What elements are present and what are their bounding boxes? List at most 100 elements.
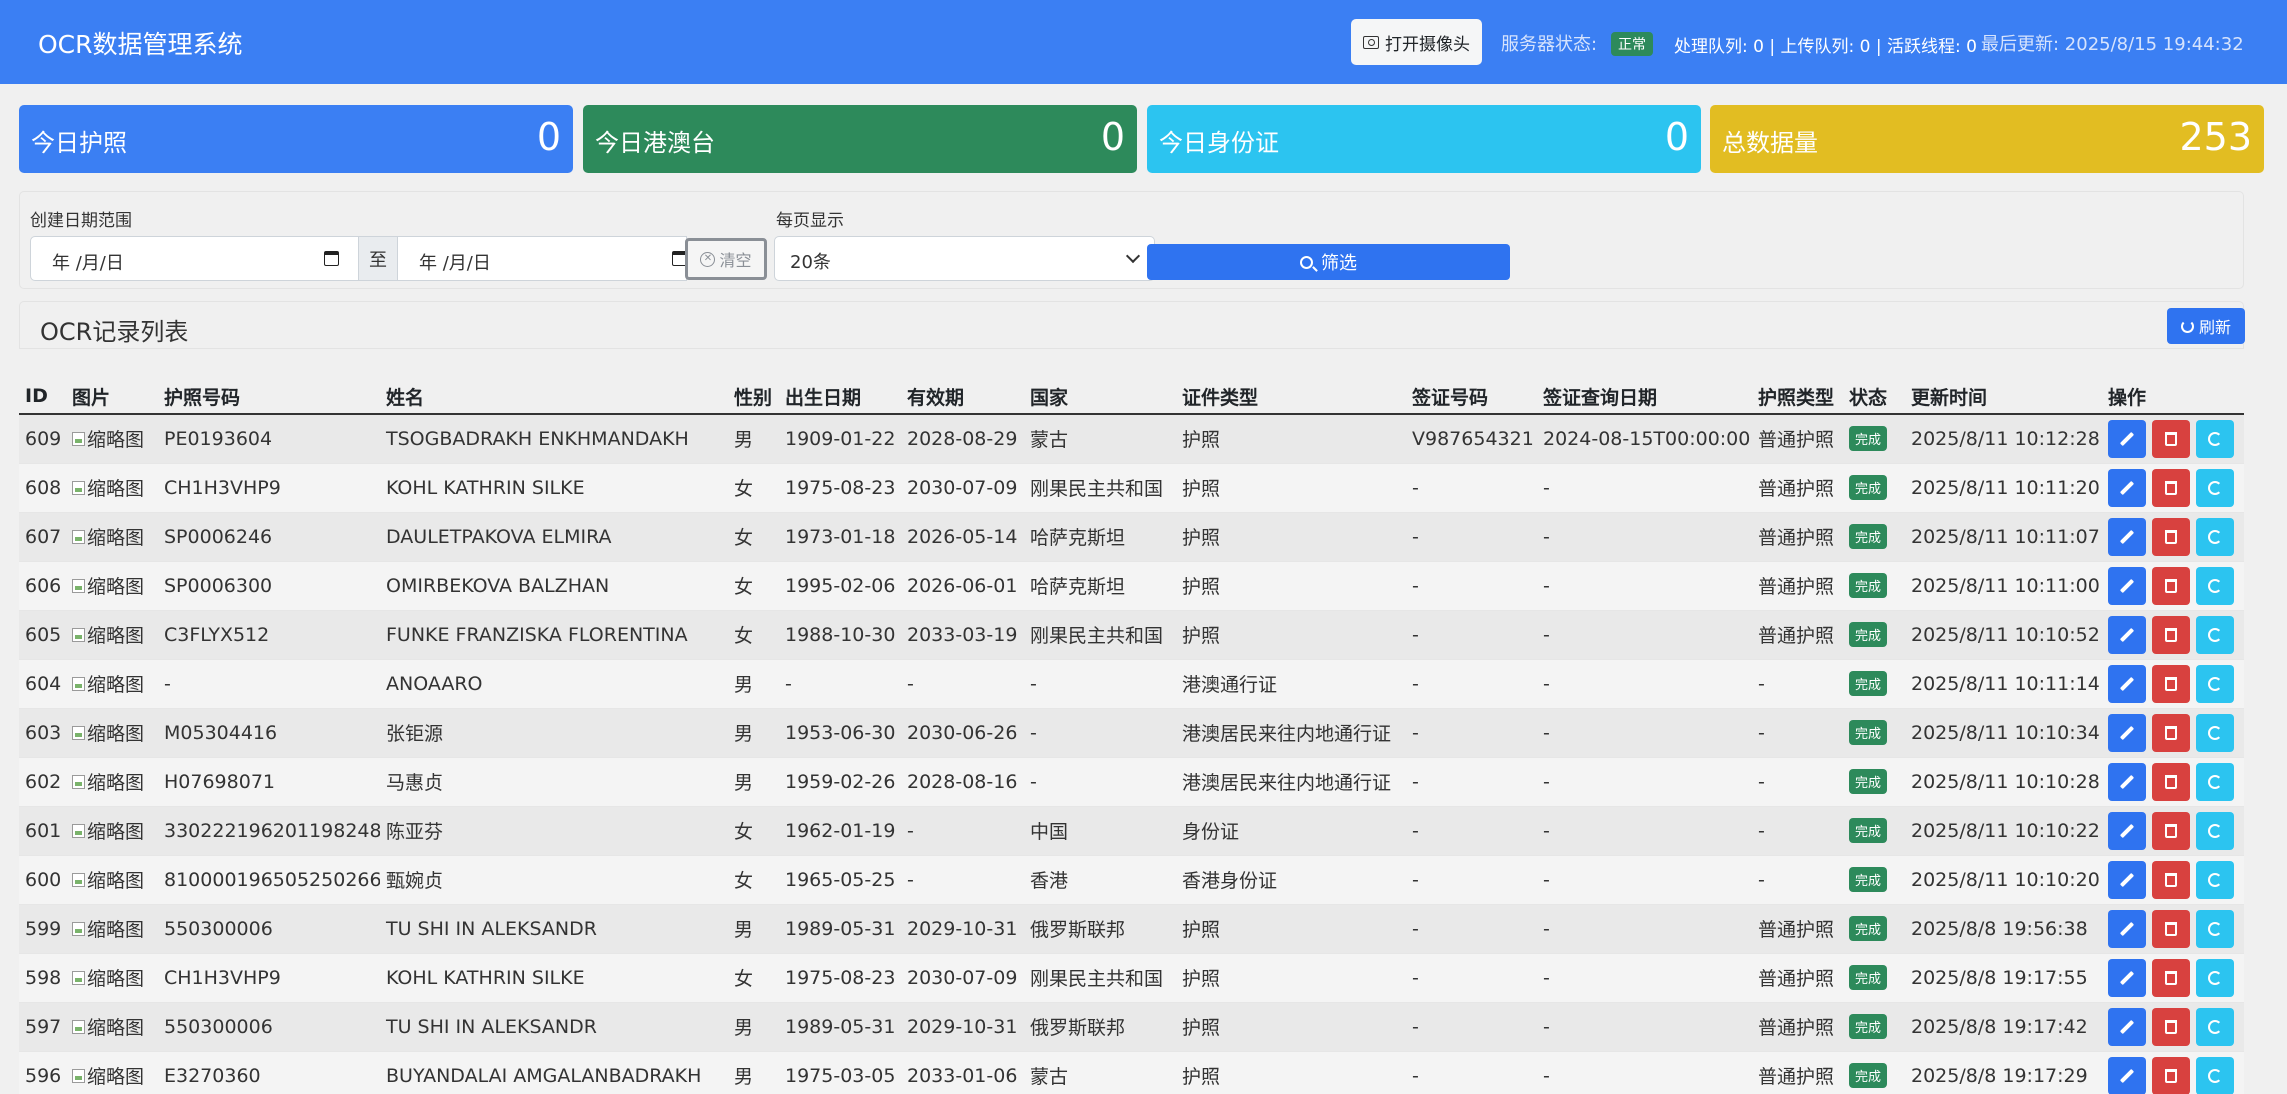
cell-passport-type: 普通护照: [1752, 561, 1843, 611]
clear-dates-button[interactable]: ✕ 清空: [685, 238, 767, 280]
resync-button[interactable]: [2196, 1007, 2234, 1046]
resync-button[interactable]: [2196, 909, 2234, 948]
delete-button[interactable]: [2152, 811, 2190, 850]
delete-button[interactable]: [2152, 1007, 2190, 1046]
resync-button[interactable]: [2196, 615, 2234, 654]
delete-button[interactable]: [2152, 1056, 2190, 1094]
edit-button[interactable]: [2108, 958, 2146, 997]
edit-button[interactable]: [2108, 762, 2146, 801]
actions-cell: [2102, 806, 2244, 856]
delete-button[interactable]: [2152, 762, 2190, 801]
resync-button[interactable]: [2196, 664, 2234, 703]
stat-label: 今日护照: [31, 129, 127, 157]
thumbnail-image[interactable]: 缩略图: [72, 572, 144, 599]
resync-button[interactable]: [2196, 419, 2234, 458]
resync-button[interactable]: [2196, 1056, 2234, 1094]
resync-button[interactable]: [2196, 762, 2234, 801]
thumbnail-image[interactable]: 缩略图: [72, 1013, 144, 1040]
end-date-input[interactable]: 年 /月/日: [397, 236, 687, 281]
edit-button[interactable]: [2108, 860, 2146, 899]
cell-visa-date: -: [1537, 806, 1752, 856]
column-header: 签证号码: [1406, 369, 1537, 415]
cell-updated: 2025/8/8 19:17:55: [1905, 953, 2102, 1003]
status-badge: 完成: [1849, 965, 1888, 990]
thumbnail-image[interactable]: 缩略图: [72, 964, 144, 991]
sync-icon: [2208, 1068, 2222, 1083]
thumbnail-image[interactable]: 缩略图: [72, 474, 144, 501]
cell-passport-type: 普通护照: [1752, 512, 1843, 562]
calendar-icon[interactable]: [324, 251, 339, 266]
table-row: 602 缩略图 H07698071 马惠贞男 1959-02-26 2028-08-16-…: [19, 757, 2244, 807]
resync-button[interactable]: [2196, 713, 2234, 752]
actions-cell: [2102, 708, 2244, 758]
stat-card-today-idcard: 今日身份证 0: [1147, 105, 1701, 173]
thumbnail-image[interactable]: 缩略图: [72, 866, 144, 893]
edit-button[interactable]: [2108, 1007, 2146, 1046]
filter-button[interactable]: 筛选: [1147, 244, 1510, 280]
cell-birth: 1953-06-30: [779, 708, 901, 758]
delete-button[interactable]: [2152, 958, 2190, 997]
edit-button[interactable]: [2108, 566, 2146, 605]
cell-passport: C3FLYX512: [158, 610, 380, 660]
status-badge: 完成: [1849, 1014, 1888, 1039]
broken-image-icon: [72, 627, 85, 642]
resync-button[interactable]: [2196, 958, 2234, 997]
edit-button[interactable]: [2108, 909, 2146, 948]
refresh-button[interactable]: 刷新: [2167, 308, 2245, 344]
cell-gender: 男: [728, 708, 779, 758]
edit-button[interactable]: [2108, 811, 2146, 850]
pencil-icon: [2119, 578, 2135, 593]
sync-icon: [2208, 627, 2222, 642]
cell-visa-no: -: [1406, 757, 1537, 807]
resync-button[interactable]: [2196, 811, 2234, 850]
start-date-input[interactable]: 年 /月/日: [30, 236, 359, 281]
edit-button[interactable]: [2108, 713, 2146, 752]
thumbnail-cell: 缩略图: [66, 757, 158, 807]
table-row: 600 缩略图 810000196505250266 甄婉贞女 1965-05-25- 香…: [19, 855, 2244, 905]
thumbnail-image[interactable]: 缩略图: [72, 523, 144, 550]
cell-id: 602: [19, 757, 66, 807]
thumbnail-image[interactable]: 缩略图: [72, 915, 144, 942]
thumbnail-image[interactable]: 缩略图: [72, 1062, 144, 1089]
delete-button[interactable]: [2152, 419, 2190, 458]
resync-button[interactable]: [2196, 566, 2234, 605]
cell-gender: 女: [728, 610, 779, 660]
delete-button[interactable]: [2152, 664, 2190, 703]
pencil-icon: [2119, 774, 2135, 789]
thumbnail-image[interactable]: 缩略图: [72, 670, 144, 697]
cell-name: 马惠贞: [380, 757, 728, 807]
stat-label: 今日港澳台: [595, 129, 715, 157]
page-size-select[interactable]: 20条: [774, 236, 1155, 281]
resync-button[interactable]: [2196, 860, 2234, 899]
thumbnail-image[interactable]: 缩略图: [72, 817, 144, 844]
delete-button[interactable]: [2152, 713, 2190, 752]
edit-button[interactable]: [2108, 468, 2146, 507]
delete-button[interactable]: [2152, 909, 2190, 948]
thumbnail-alt: 缩略图: [87, 429, 145, 452]
column-header: 护照类型: [1752, 369, 1843, 415]
delete-button[interactable]: [2152, 615, 2190, 654]
delete-button[interactable]: [2152, 468, 2190, 507]
edit-button[interactable]: [2108, 1056, 2146, 1094]
edit-button[interactable]: [2108, 517, 2146, 556]
open-camera-button[interactable]: 打开摄像头: [1351, 19, 1482, 65]
resync-button[interactable]: [2196, 517, 2234, 556]
thumbnail-image[interactable]: 缩略图: [72, 768, 144, 795]
edit-button[interactable]: [2108, 615, 2146, 654]
resync-button[interactable]: [2196, 468, 2234, 507]
delete-button[interactable]: [2152, 517, 2190, 556]
thumbnail-image[interactable]: 缩略图: [72, 425, 144, 452]
thumbnail-alt: 缩略图: [87, 625, 145, 647]
edit-button[interactable]: [2108, 419, 2146, 458]
cell-passport: 810000196505250266: [158, 855, 380, 905]
cell-passport: CH1H3VHP9: [158, 953, 380, 1003]
stat-value: 0: [1664, 115, 1689, 159]
cell-doc-type: 香港身份证: [1176, 855, 1406, 905]
thumbnail-image[interactable]: 缩略图: [72, 719, 144, 746]
delete-button[interactable]: [2152, 566, 2190, 605]
edit-button[interactable]: [2108, 664, 2146, 703]
thumbnail-image[interactable]: 缩略图: [72, 621, 144, 648]
cell-country: 中国: [1024, 806, 1176, 856]
delete-button[interactable]: [2152, 860, 2190, 899]
cell-updated: 2025/8/11 10:10:52: [1905, 610, 2102, 660]
